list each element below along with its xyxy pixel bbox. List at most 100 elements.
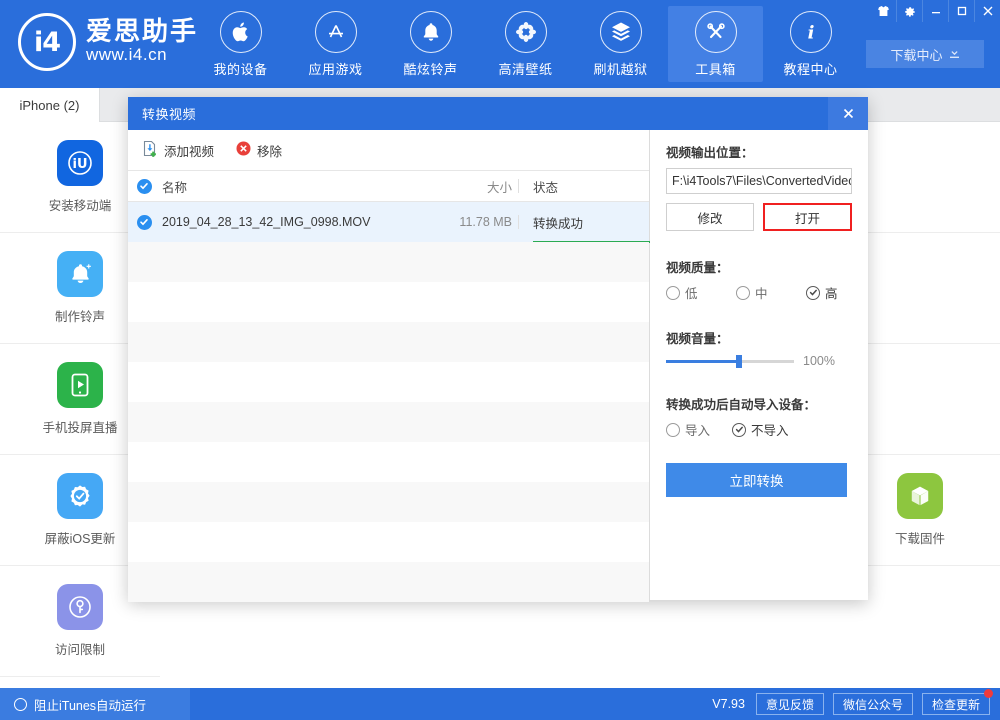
nav-item-wallpapers[interactable]: 高清壁纸 xyxy=(478,6,573,82)
quality-option-high[interactable]: 高 xyxy=(806,283,838,302)
appstore-icon xyxy=(314,11,357,53)
table-row-empty xyxy=(128,562,649,602)
radio-circle-icon xyxy=(666,422,680,437)
nav-item-ringtones[interactable]: 酷炫铃声 xyxy=(383,6,478,82)
download-center-label: 下载中心 xyxy=(890,47,943,63)
tool-label: 下载固件 xyxy=(894,532,945,546)
maximize-icon[interactable] xyxy=(948,0,974,22)
nav-item-toolbox[interactable]: 工具箱 xyxy=(668,6,763,82)
firmware-cube-icon xyxy=(897,473,943,519)
i4-app-icon: iU xyxy=(57,140,103,186)
convert-now-button[interactable]: 立即转换 xyxy=(666,463,847,497)
dialog-body: 添加视频 移除 名称 大小 状态 2019_04_28_13_42_IMG_09… xyxy=(128,130,868,602)
svg-text:iU: iU xyxy=(72,157,87,172)
convert-video-dialog: 转换视频 添加视频 移除 名称 大小 状态 2019_04_28_13_42_I… xyxy=(128,97,868,602)
block-itunes-toggle[interactable]: 阻止iTunes自动运行 xyxy=(0,688,190,720)
auto-import-option-label: 导入 xyxy=(685,424,711,438)
check-icon xyxy=(136,178,152,194)
radio-circle-icon xyxy=(666,285,680,300)
quality-option-low[interactable]: 低 xyxy=(666,283,736,302)
restriction-key-icon xyxy=(57,584,103,630)
update-badge-icon xyxy=(984,689,993,698)
video-quality-radio-group: 低 中 高 xyxy=(666,283,852,302)
output-path-buttons: 修改 打开 xyxy=(666,203,852,231)
slider-thumb[interactable] xyxy=(735,355,742,368)
select-all-checkbox[interactable] xyxy=(128,178,160,194)
column-header-size[interactable]: 大小 xyxy=(420,177,518,196)
table-row-empty xyxy=(128,242,649,282)
row-checkbox[interactable] xyxy=(128,214,160,230)
dialog-close-icon[interactable] xyxy=(828,97,868,130)
open-folder-button[interactable]: 打开 xyxy=(763,203,852,231)
tool-label: 制作铃声 xyxy=(54,310,105,324)
tool-label: 安装移动端 xyxy=(48,199,112,213)
i4tools-window: i4 爱思助手 www.i4.cn 我的设备 应用游戏 酷炫铃声 高清壁纸 刷机… xyxy=(0,0,1000,720)
row-state-label: 转换成功 xyxy=(533,216,584,231)
minimize-icon[interactable] xyxy=(922,0,948,22)
ringtone-bell-icon xyxy=(57,251,103,297)
video-volume-control: 100% xyxy=(666,354,852,368)
video-volume-label: 视频音量： xyxy=(666,332,729,346)
nav-item-label: 应用游戏 xyxy=(308,62,363,77)
skin-icon[interactable] xyxy=(870,0,896,22)
tool-label: 屏蔽iOS更新 xyxy=(44,532,116,546)
nav-item-flash-jailbreak[interactable]: 刷机越狱 xyxy=(573,6,668,82)
table-row[interactable]: 2019_04_28_13_42_IMG_0998.MOV 11.78 MB 转… xyxy=(128,202,681,243)
table-row-empty xyxy=(128,522,649,562)
tool-label: 手机投屏直播 xyxy=(42,421,118,435)
nav-item-apps-games[interactable]: 应用游戏 xyxy=(288,6,383,82)
screen-mirror-icon xyxy=(57,362,103,408)
row-state: 转换成功 xyxy=(519,213,681,243)
radio-circle-icon xyxy=(736,285,750,300)
nav-item-label: 刷机越狱 xyxy=(593,62,648,77)
column-header-name[interactable]: 名称 xyxy=(160,177,420,196)
volume-value: 100% xyxy=(803,354,835,368)
output-path-input[interactable]: F:\i4Tools7\Files\ConvertedVideo xyxy=(666,168,852,194)
main-nav: 我的设备 应用游戏 酷炫铃声 高清壁纸 刷机越狱 工具箱 i 教程中心 xyxy=(193,6,858,82)
volume-slider[interactable] xyxy=(666,354,794,368)
radio-checked-icon xyxy=(806,285,820,300)
add-video-label: 添加视频 xyxy=(164,144,215,159)
output-location-label: 视频输出位置： xyxy=(666,146,754,160)
nav-item-tutorials[interactable]: i 教程中心 xyxy=(763,6,858,82)
nav-item-label: 高清壁纸 xyxy=(498,62,553,77)
video-table-header: 名称 大小 状态 xyxy=(128,171,649,202)
remove-video-button[interactable]: 移除 xyxy=(236,141,282,160)
settings-gear-icon[interactable] xyxy=(896,0,922,22)
check-update-label: 检查更新 xyxy=(931,697,980,712)
radio-circle-icon xyxy=(14,697,27,711)
radio-checked-icon xyxy=(732,422,746,437)
quality-option-label: 低 xyxy=(685,287,698,301)
device-tab-iphone[interactable]: iPhone (2) xyxy=(0,88,100,122)
slider-fill xyxy=(666,359,739,363)
nav-item-label: 工具箱 xyxy=(695,62,736,77)
video-list-pane: 添加视频 移除 名称 大小 状态 2019_04_28_13_42_IMG_09… xyxy=(128,130,681,602)
nav-item-my-device[interactable]: 我的设备 xyxy=(193,6,288,82)
svg-text:i: i xyxy=(807,23,814,44)
brand-logo: i4 爱思助手 www.i4.cn xyxy=(18,13,198,71)
auto-import-option-yes[interactable]: 导入 xyxy=(666,420,732,439)
toolbox-icon xyxy=(694,11,737,53)
table-row-empty xyxy=(128,402,649,442)
add-video-button[interactable]: 添加视频 xyxy=(142,140,214,160)
table-row-empty xyxy=(128,362,649,402)
window-controls xyxy=(870,0,1000,22)
column-header-state[interactable]: 状态 xyxy=(519,177,649,196)
close-icon[interactable] xyxy=(974,0,1000,22)
status-bar-actions: V7.93 意见反馈 微信公众号 检查更新 xyxy=(712,688,993,720)
info-icon: i xyxy=(789,11,832,53)
modify-path-button[interactable]: 修改 xyxy=(666,203,754,231)
wechat-official-button[interactable]: 微信公众号 xyxy=(832,693,913,715)
table-row-empty xyxy=(128,322,649,362)
brand-mark-icon: i4 xyxy=(18,13,76,71)
check-update-button[interactable]: 检查更新 xyxy=(921,689,993,715)
tool-label: 访问限制 xyxy=(54,643,105,657)
remove-label: 移除 xyxy=(257,144,283,159)
nav-item-label: 我的设备 xyxy=(213,62,268,77)
feedback-button[interactable]: 意见反馈 xyxy=(755,693,824,715)
auto-import-option-no[interactable]: 不导入 xyxy=(732,420,789,439)
video-list-toolbar: 添加视频 移除 xyxy=(128,130,649,171)
download-center-button[interactable]: 下载中心 xyxy=(866,40,984,68)
quality-option-medium[interactable]: 中 xyxy=(736,283,806,302)
video-quality-label: 视频质量： xyxy=(666,261,729,275)
